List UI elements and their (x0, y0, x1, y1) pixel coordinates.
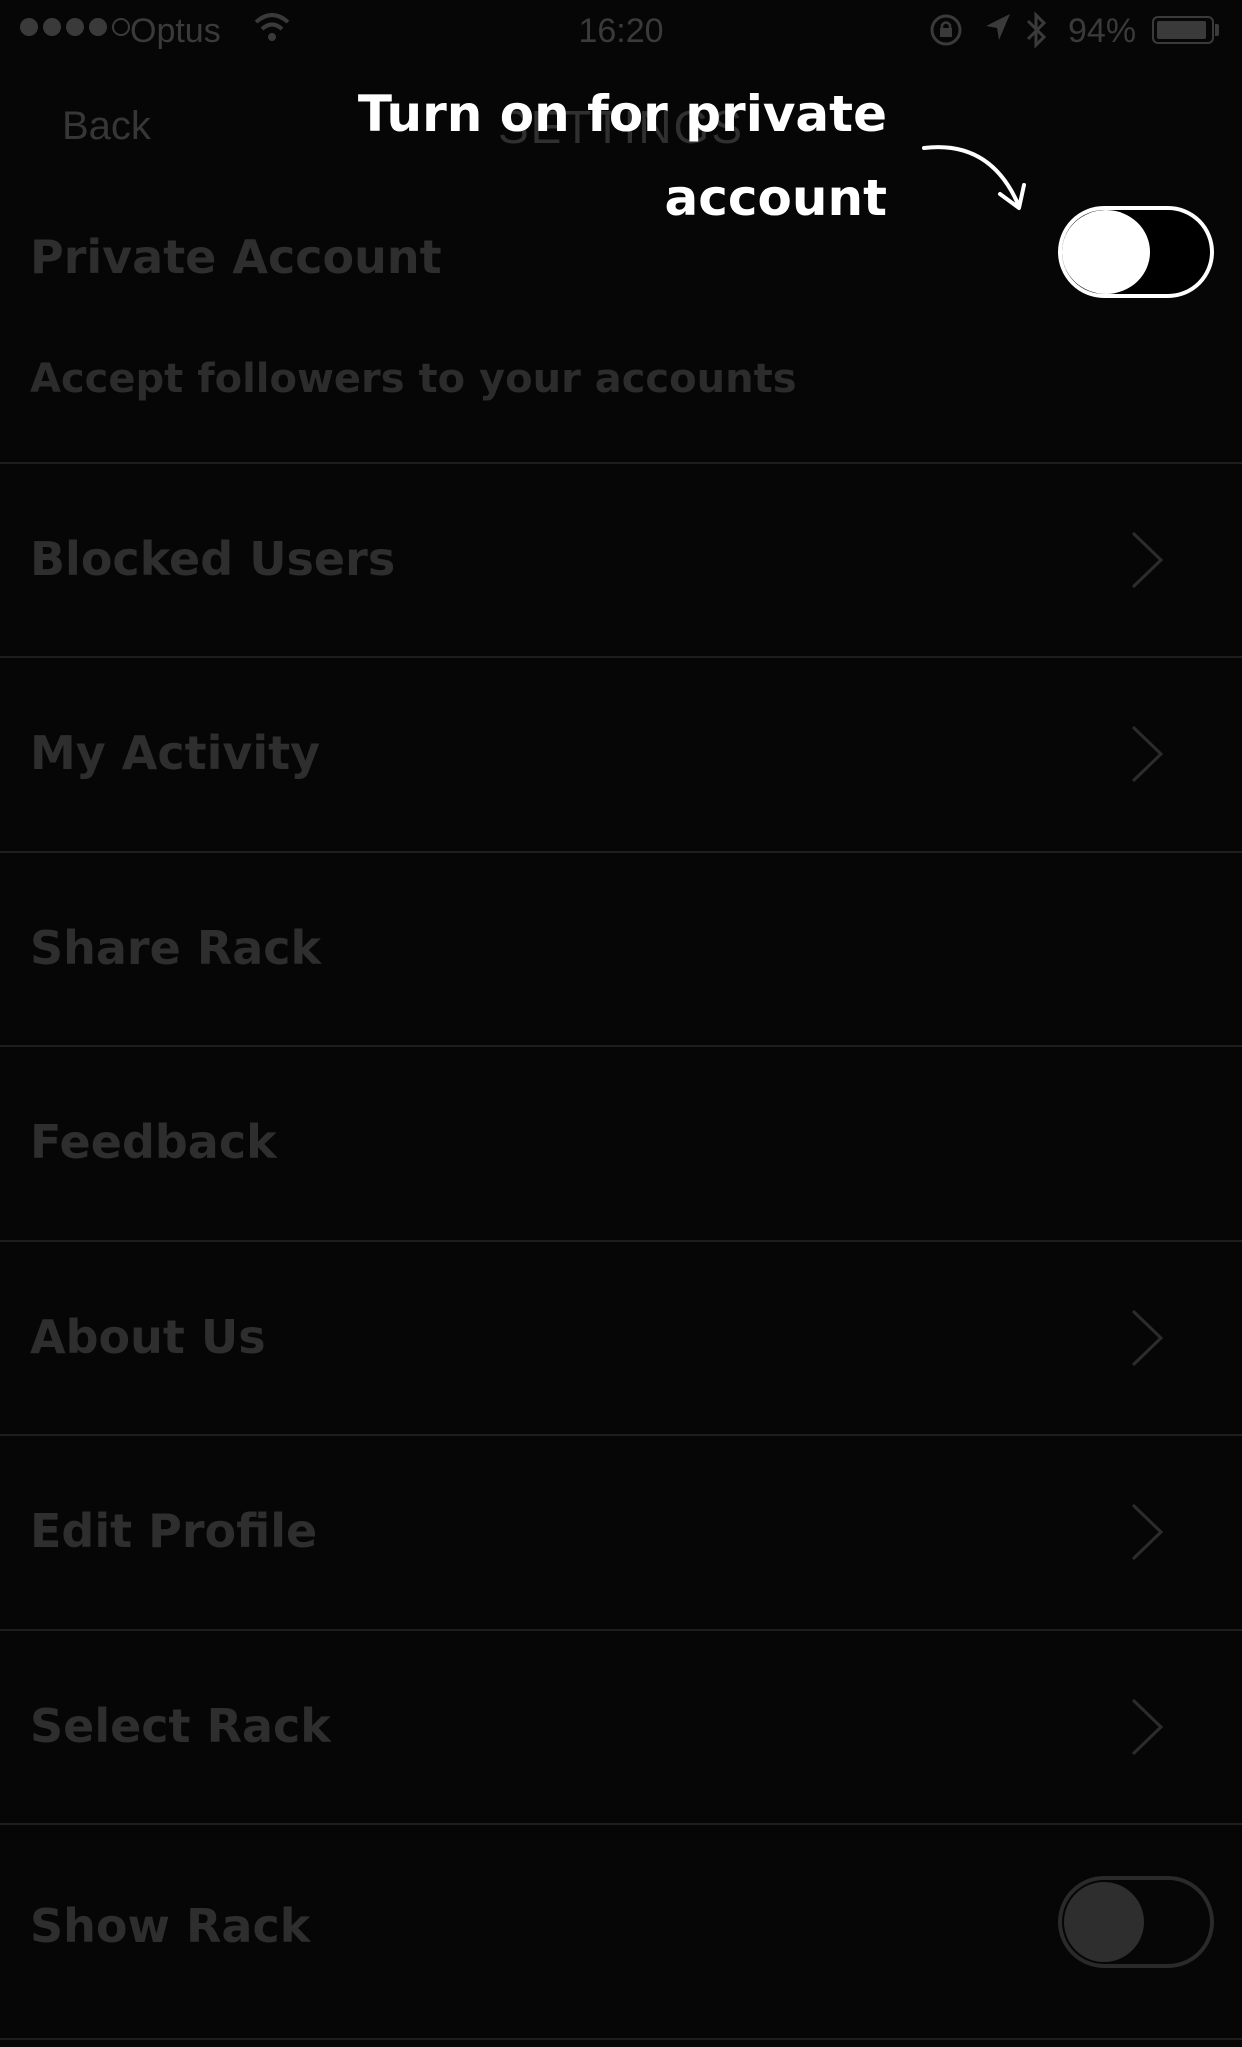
toggle-knob (1064, 1882, 1144, 1962)
location-arrow-icon (982, 10, 1012, 52)
annotation-callout: Turn on for private account (358, 72, 887, 240)
show-rack-row: Show Rack (0, 1825, 1242, 2040)
settings-item-about-us[interactable]: About Us (0, 1242, 1242, 1436)
settings-item-label: Blocked Users (30, 532, 396, 586)
annotation-line-1: Turn on for private (357, 85, 887, 143)
battery-level-fill (1157, 21, 1206, 39)
status-bar: Optus 16:20 94% (0, 0, 1242, 64)
bluetooth-icon (1024, 10, 1048, 58)
show-rack-toggle[interactable] (1058, 1876, 1214, 1968)
settings-item-label: Edit Profile (30, 1504, 318, 1558)
settings-item-blocked-users[interactable]: Blocked Users (0, 464, 1242, 658)
toggle-knob (1062, 210, 1150, 294)
rotation-lock-icon (928, 12, 964, 56)
settings-item-feedback[interactable]: Feedback (0, 1047, 1242, 1242)
settings-item-select-rack[interactable]: Select Rack (0, 1631, 1242, 1825)
settings-item-label: Feedback (30, 1115, 277, 1169)
chevron-right-icon (1131, 725, 1164, 783)
battery-percent: 94% (1068, 12, 1137, 50)
chevron-right-icon (1131, 1309, 1164, 1367)
settings-item-label: My Activity (30, 726, 321, 780)
annotation-line-2: account (664, 169, 887, 227)
settings-item-share-rack[interactable]: Share Rack (0, 853, 1242, 1047)
battery-tip (1215, 24, 1219, 36)
chevron-right-icon (1131, 1503, 1164, 1561)
settings-item-label: About Us (30, 1310, 266, 1364)
chevron-right-icon (1131, 531, 1164, 589)
private-account-toggle[interactable] (1058, 206, 1214, 298)
settings-item-edit-profile[interactable]: Edit Profile (0, 1436, 1242, 1631)
chevron-right-icon (1131, 1698, 1164, 1756)
settings-item-label: Select Rack (30, 1699, 331, 1753)
settings-item-label: Share Rack (30, 921, 322, 975)
settings-item-my-activity[interactable]: My Activity (0, 658, 1242, 853)
status-time: 16:20 (578, 12, 664, 50)
show-rack-label: Show Rack (30, 1899, 311, 1953)
private-account-description: Accept followers to your accounts (30, 356, 797, 402)
curved-arrow-icon (922, 145, 1026, 210)
battery-icon (1152, 16, 1214, 44)
